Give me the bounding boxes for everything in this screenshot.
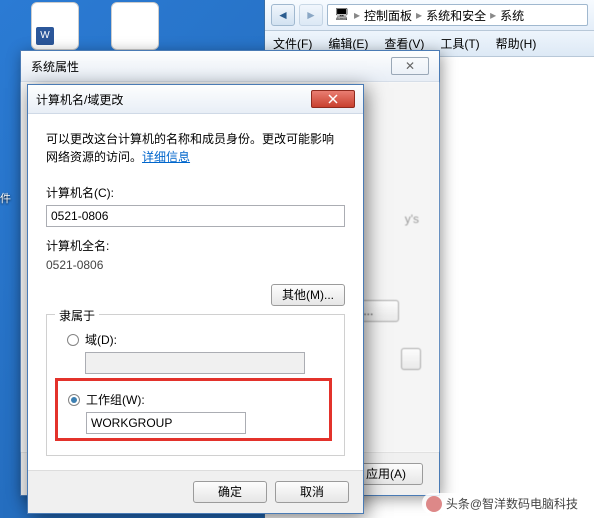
radio-icon [67, 334, 79, 346]
workgroup-input[interactable] [86, 412, 246, 434]
watermark-text: 头条@智洋数码电脑科技 [446, 495, 578, 512]
back-button[interactable]: ◄ [271, 4, 295, 26]
more-button[interactable]: 其他(M)... [271, 284, 345, 306]
group-legend: 隶属于 [55, 307, 99, 324]
bg-button-fragment[interactable] [401, 348, 421, 370]
crumb-system-security[interactable]: 系统和安全 [426, 7, 486, 24]
titlebar[interactable]: 系统属性 ✕ [21, 51, 439, 82]
full-name-value: 0521-0806 [46, 258, 345, 272]
close-button[interactable]: ✕ [391, 57, 429, 75]
dialog-title: 系统属性 [31, 58, 391, 75]
nav-toolbar: ◄ ► 🖥 ▸ 控制面板 ▸ 系统和安全 ▸ 系统 [265, 0, 594, 31]
details-link[interactable]: 详细信息 [142, 150, 190, 164]
menu-help[interactable]: 帮助(H) [496, 35, 537, 52]
crumb-control-panel[interactable]: 控制面板 [364, 7, 412, 24]
workgroup-radio-row[interactable]: 工作组(W): [68, 391, 323, 408]
bg-text-fragment: y's [405, 212, 419, 226]
watermark: 头条@智洋数码电脑科技 [422, 493, 588, 514]
close-icon [328, 94, 338, 104]
domain-label: 域(D): [85, 331, 117, 348]
computer-icon: 🖥 [334, 7, 350, 23]
dialog-footer: 确定 取消 [28, 470, 363, 513]
domain-input [85, 352, 305, 374]
word-doc-icon [31, 2, 79, 50]
computer-name-input[interactable] [46, 205, 345, 227]
close-icon: ✕ [405, 59, 415, 73]
dialog-body: 可以更改这台计算机的名称和成员身份。更改可能影响网络资源的访问。详细信息 计算机… [28, 114, 363, 470]
domain-radio-row[interactable]: 域(D): [67, 331, 332, 348]
computer-name-label: 计算机名(C): [46, 184, 345, 201]
description-text: 可以更改这台计算机的名称和成员身份。更改可能影响网络资源的访问。详细信息 [46, 130, 345, 166]
radio-checked-icon [68, 394, 80, 406]
avatar-icon [426, 496, 442, 512]
member-of-group: 隶属于 域(D): 工作组(W): [46, 314, 345, 456]
image-file-icon [111, 2, 159, 50]
crumb-system[interactable]: 系统 [500, 7, 524, 24]
highlight-box: 工作组(W): [55, 378, 332, 441]
ok-button[interactable]: 确定 [193, 481, 267, 503]
forward-button[interactable]: ► [299, 4, 323, 26]
menu-tools[interactable]: 工具(T) [440, 35, 479, 52]
breadcrumb[interactable]: 🖥 ▸ 控制面板 ▸ 系统和安全 ▸ 系统 [327, 4, 588, 26]
workgroup-label: 工作组(W): [86, 391, 145, 408]
cancel-button[interactable]: 取消 [275, 481, 349, 503]
desktop-label-fragment: 件 [0, 190, 18, 206]
full-name-label: 计算机全名: [46, 237, 345, 254]
close-button[interactable] [311, 90, 355, 108]
computer-name-change-dialog: 计算机名/域更改 可以更改这台计算机的名称和成员身份。更改可能影响网络资源的访问… [27, 84, 364, 514]
titlebar[interactable]: 计算机名/域更改 [28, 85, 363, 114]
dialog-title: 计算机名/域更改 [36, 91, 311, 108]
